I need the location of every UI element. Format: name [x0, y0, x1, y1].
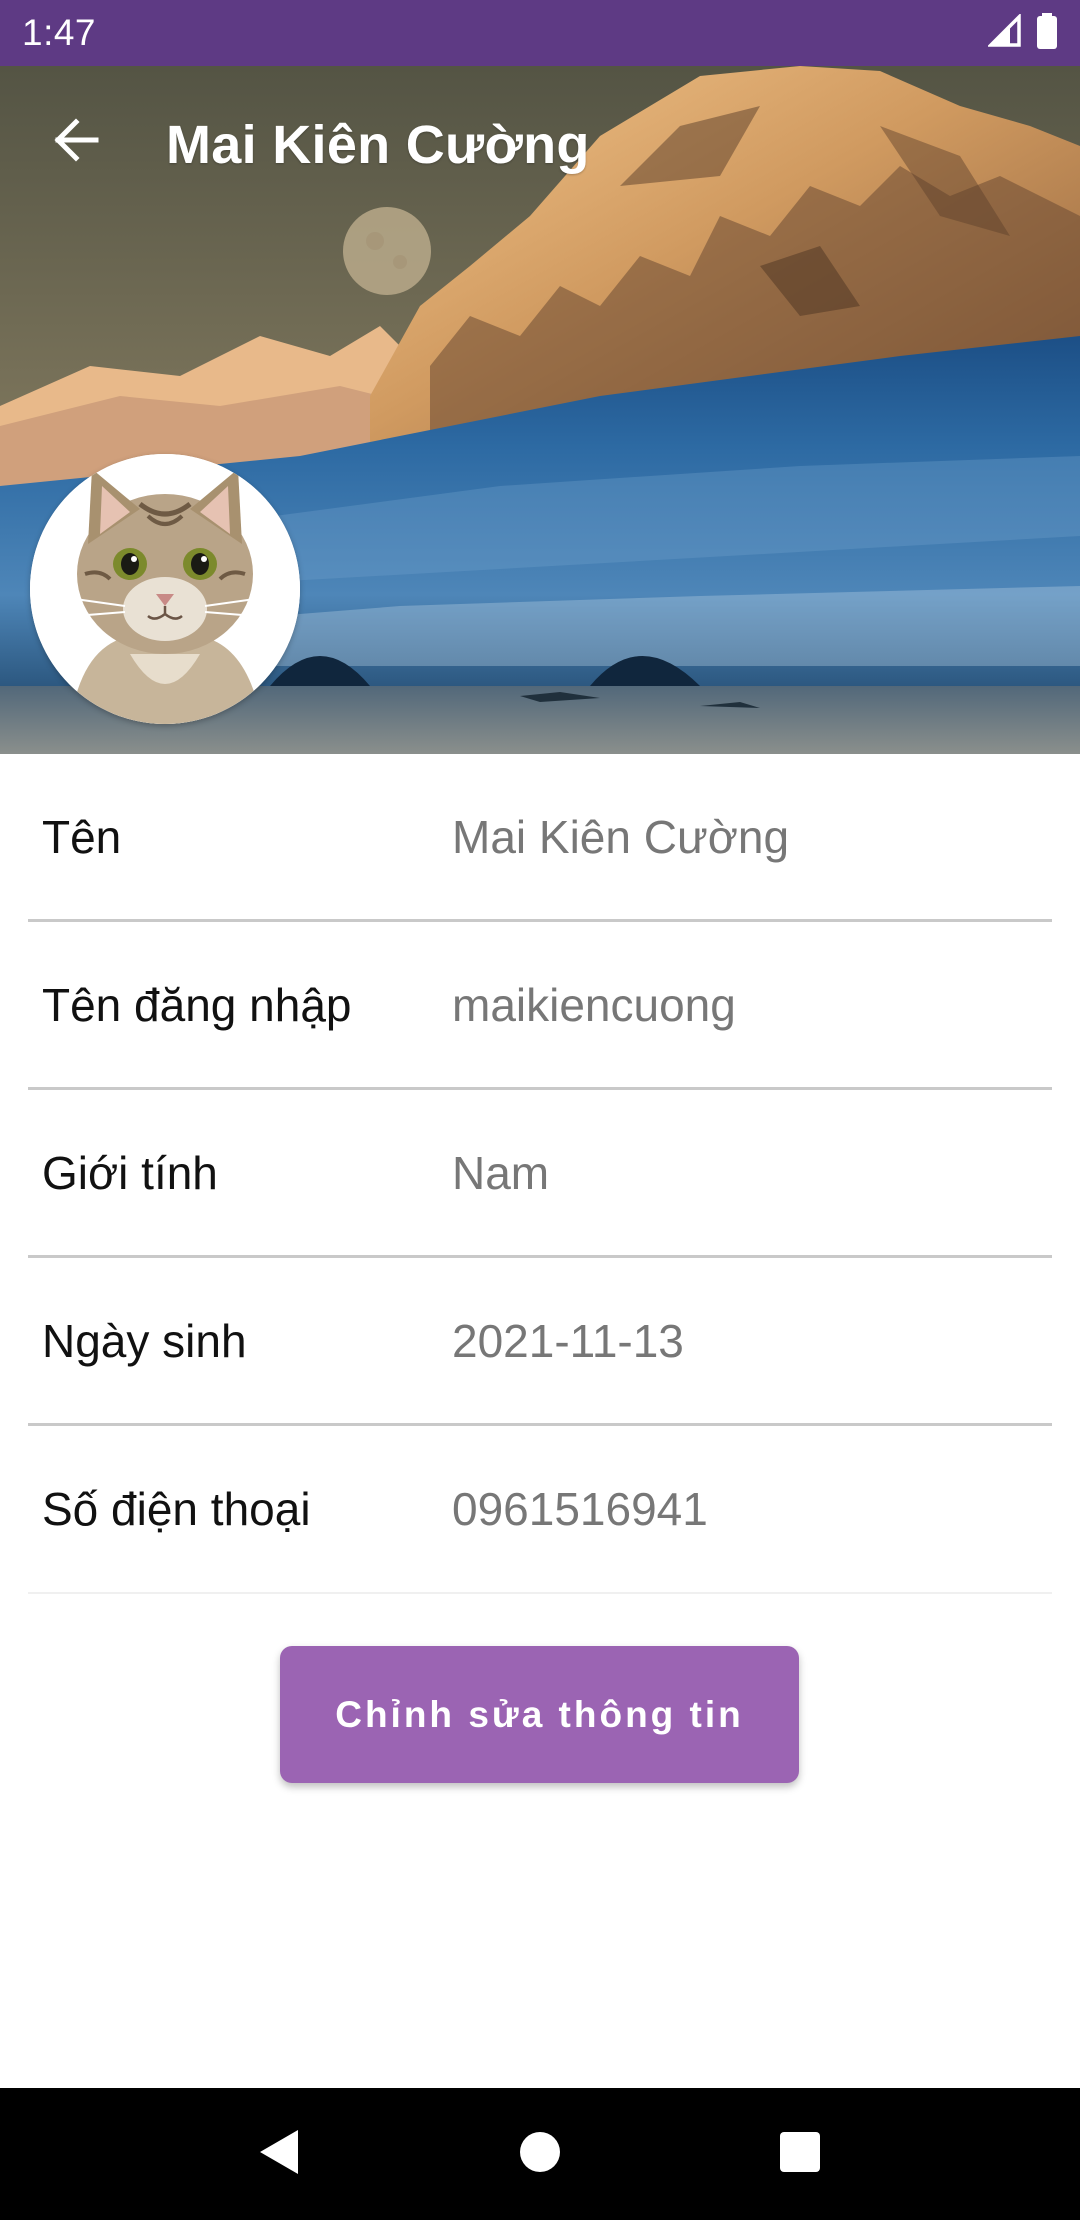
back-triangle-icon	[258, 2128, 302, 2181]
nav-home-button[interactable]	[495, 2109, 585, 2199]
profile-info-list: Tên Mai Kiên Cường Tên đăng nhập maikien…	[28, 754, 1052, 1594]
status-icons	[986, 12, 1058, 54]
phone-label: Số điện thoại	[42, 1483, 311, 1535]
system-nav-bar	[0, 2088, 1080, 2220]
birthday-label: Ngày sinh	[42, 1315, 247, 1367]
cell-signal-icon	[986, 12, 1022, 53]
username-value: maikiencuong	[452, 979, 736, 1031]
name-value: Mai Kiên Cường	[452, 811, 790, 863]
profile-screen: 1:47 Mai Kiên Cường Tên Mai Kiên Cường T…	[0, 0, 1080, 2220]
name-label: Tên	[42, 811, 122, 863]
info-row-name: Tên Mai Kiên Cường	[28, 754, 1052, 922]
home-circle-icon	[518, 2130, 562, 2179]
recents-square-icon	[779, 2131, 821, 2178]
info-row-phone: Số điện thoại 0961516941	[28, 1426, 1052, 1594]
info-row-username: Tên đăng nhập maikiencuong	[28, 922, 1052, 1090]
toolbar-title: Mai Kiên Cường	[166, 115, 590, 175]
phone-value: 0961516941	[452, 1483, 708, 1535]
info-row-birthday: Ngày sinh 2021-11-13	[28, 1258, 1052, 1426]
info-row-gender: Giới tính Nam	[28, 1090, 1052, 1258]
nav-recents-button[interactable]	[755, 2109, 845, 2199]
arrow-left-icon	[50, 114, 102, 171]
status-time: 1:47	[22, 12, 97, 53]
gender-value: Nam	[452, 1147, 550, 1199]
gender-label: Giới tính	[42, 1147, 218, 1199]
edit-profile-button[interactable]: Chỉnh sửa thông tin	[280, 1646, 799, 1783]
birthday-value: 2021-11-13	[452, 1315, 684, 1367]
back-button[interactable]	[36, 102, 116, 182]
status-bar: 1:47	[0, 0, 1080, 66]
avatar[interactable]	[30, 454, 300, 724]
battery-icon	[1036, 12, 1058, 54]
nav-back-button[interactable]	[235, 2109, 325, 2199]
cat-avatar-image	[30, 454, 300, 724]
username-label: Tên đăng nhập	[42, 979, 352, 1031]
